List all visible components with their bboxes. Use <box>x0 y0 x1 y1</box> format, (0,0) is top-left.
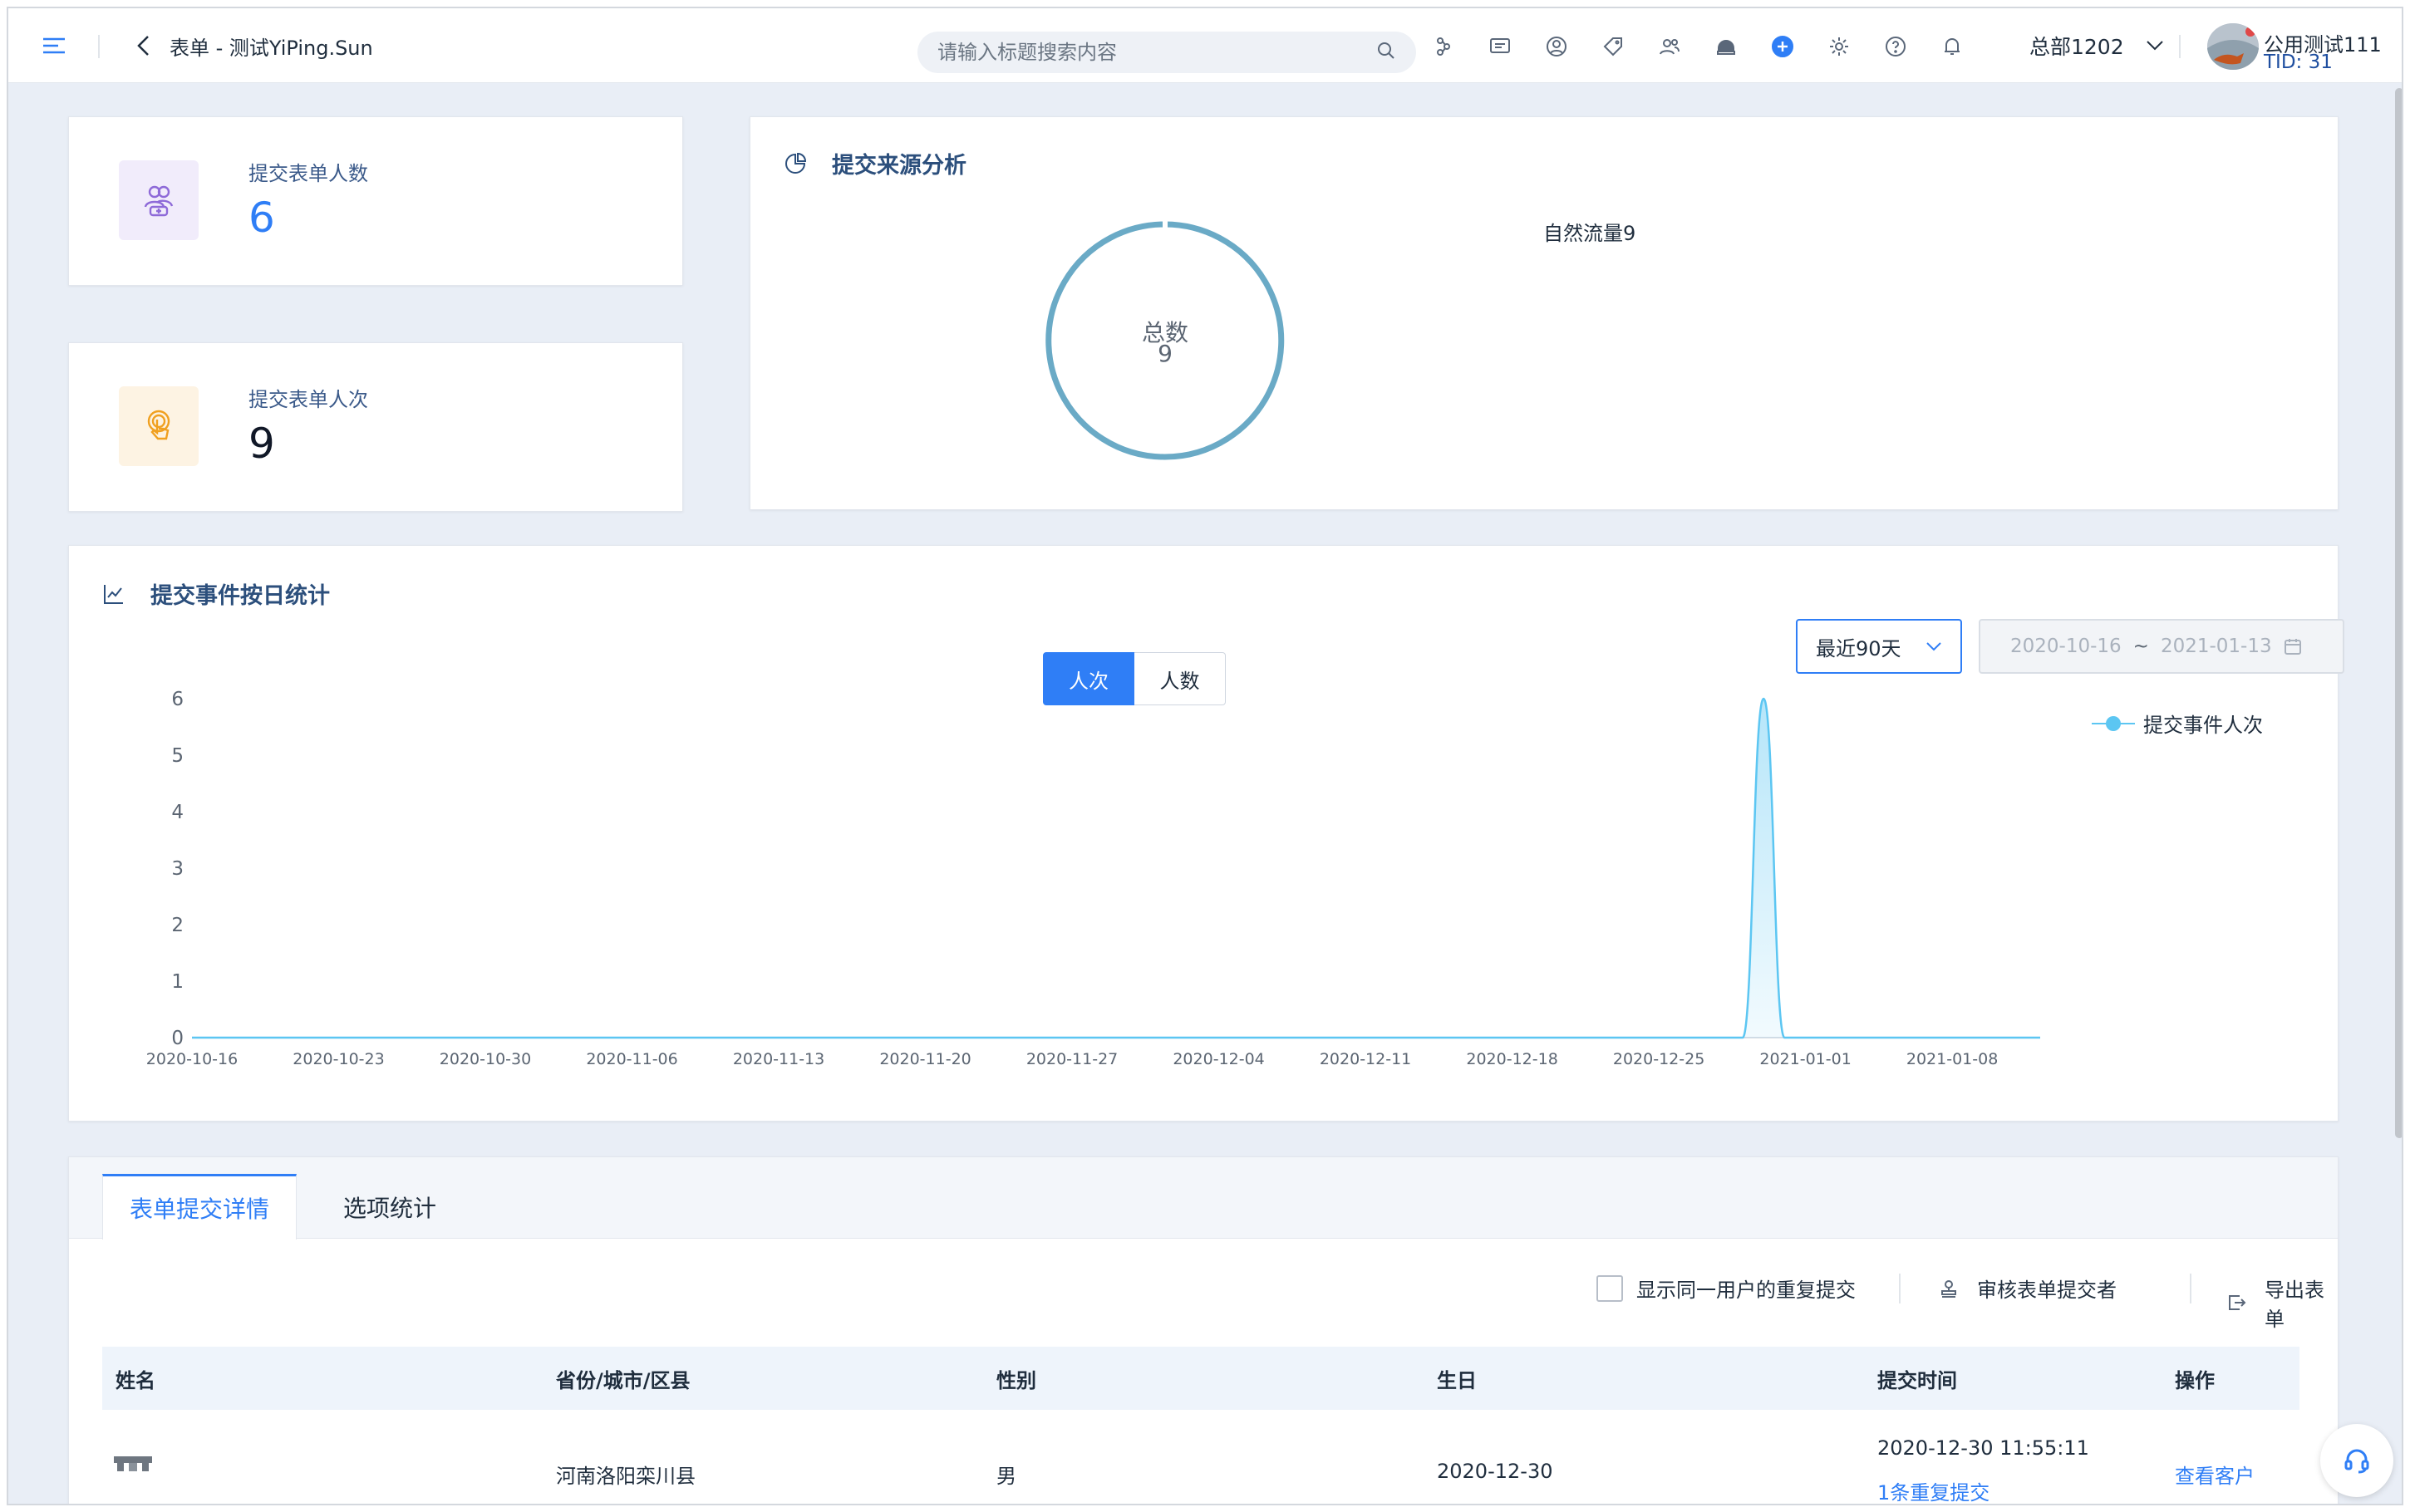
cell-region: 河南洛阳栾川县 <box>556 1465 696 1488</box>
x-tick-label: 2020-10-16 <box>146 1050 238 1068</box>
add-icon[interactable] <box>1770 34 1795 59</box>
stat-label: 提交表单人次 <box>248 388 368 411</box>
column-header: 操作 <box>2175 1368 2215 1392</box>
contacts-icon[interactable] <box>1657 34 1682 59</box>
view-customer-link[interactable]: 查看客户 <box>2175 1460 2255 1489</box>
name-avatar <box>114 1453 152 1471</box>
y-tick-label: 2 <box>171 915 184 936</box>
stat-value: 9 <box>248 420 275 468</box>
tag-icon[interactable] <box>1601 34 1626 59</box>
column-header: 省份/城市/区县 <box>556 1368 691 1392</box>
daily-chart: 0 1 2 3 4 5 6 2020-10-16 2020-10-23 2020-10-30 202… <box>146 689 2040 1068</box>
column-header: 提交时间 <box>1877 1368 1957 1392</box>
help-icon[interactable] <box>1883 34 1908 59</box>
stat-label: 提交表单人数 <box>248 162 368 185</box>
app-window: 表单 - 测试YiPing.Sun 总部1202 公用测试111 TID: <box>7 7 2403 1505</box>
tab-submission-details[interactable]: 表单提交详情 <box>102 1174 297 1240</box>
review-label: 审核表单提交者 <box>1977 1279 2117 1302</box>
x-tick-label: 2020-11-13 <box>733 1050 824 1068</box>
x-tick-label: 2020-12-18 <box>1466 1050 1557 1068</box>
page-title: 表单 - 测试YiPing.Sun <box>170 36 373 60</box>
pie-chart-icon <box>784 152 807 175</box>
chevron-down-icon <box>2146 40 2164 52</box>
stat-value: 6 <box>248 194 275 242</box>
divider <box>2179 35 2181 58</box>
x-tick-label: 2020-11-27 <box>1026 1050 1118 1068</box>
daily-stats-card: 提交事件按日统计 人次 人数 最近90天 2020-10-16 ~ 2021-0… <box>68 545 2344 1122</box>
y-tick-label: 5 <box>171 745 184 767</box>
export-label: 导出表单 <box>2265 1279 2324 1331</box>
x-tick-label: 2020-10-30 <box>440 1050 531 1068</box>
org-switcher[interactable]: 总部1202 <box>2029 8 2164 83</box>
column-header: 生日 <box>1437 1368 1477 1392</box>
tab-option-stats[interactable]: 选项统计 <box>323 1174 456 1240</box>
source-title: 提交来源分析 <box>832 153 966 179</box>
export-button[interactable]: 导出表单 <box>2226 1274 2338 1332</box>
avatar[interactable] <box>2207 23 2259 70</box>
column-header: 性别 <box>996 1368 1036 1392</box>
stat-card-users: 提交表单人数 6 <box>68 116 683 286</box>
stamp-icon <box>1939 1279 1959 1298</box>
series-area <box>192 699 2040 1038</box>
user-tid: TID: 31 <box>2264 52 2333 73</box>
y-tick-label: 6 <box>171 689 184 710</box>
x-tick-label: 2021-01-01 <box>1759 1050 1851 1068</box>
hand-tap-icon <box>119 386 199 466</box>
headset-icon <box>2344 1449 2369 1474</box>
scrollbar[interactable] <box>2395 88 2402 1138</box>
users-icon <box>119 160 199 240</box>
y-tick-label: 3 <box>171 858 184 880</box>
source-legend: 自然流量9 <box>1543 222 1636 245</box>
y-tick-label: 0 <box>171 1028 184 1049</box>
x-tick-label: 2021-01-08 <box>1906 1050 1998 1068</box>
menu-icon[interactable] <box>42 8 66 83</box>
back-icon[interactable] <box>135 8 153 83</box>
bell-icon[interactable] <box>1940 34 1965 59</box>
search-box[interactable] <box>917 32 1416 73</box>
y-tick-label: 4 <box>171 802 184 823</box>
divider <box>1899 1274 1901 1303</box>
robot-icon[interactable] <box>1714 34 1739 59</box>
flow-icon[interactable] <box>1431 34 1456 59</box>
show-duplicates-label: 显示同一用户的重复提交 <box>1636 1279 1856 1302</box>
cell-gender: 男 <box>996 1465 1016 1488</box>
x-tick-label: 2020-12-04 <box>1173 1050 1264 1068</box>
show-duplicates-toggle[interactable]: 显示同一用户的重复提交 <box>1596 1274 1856 1303</box>
divider <box>98 35 100 58</box>
cell-birthday: 2020-12-30 <box>1437 1460 1553 1483</box>
review-button[interactable]: 审核表单提交者 <box>1939 1274 2117 1303</box>
card-title: 提交来源分析 <box>784 147 966 179</box>
column-header: 姓名 <box>116 1368 155 1392</box>
search-input[interactable] <box>937 41 1376 64</box>
source-analysis-card: 提交来源分析 总数 9 自然流量9 <box>750 116 2339 510</box>
table-header: 姓名 省份/城市/区县 性别 生日 提交时间 操作 <box>102 1347 2299 1410</box>
checkbox[interactable] <box>1596 1274 1623 1302</box>
export-icon <box>2226 1293 2246 1313</box>
x-tick-label: 2020-12-11 <box>1320 1050 1411 1068</box>
user-circle-icon[interactable] <box>1544 34 1569 59</box>
org-name: 总部1202 <box>2029 35 2124 59</box>
x-tick-label: 2020-11-20 <box>879 1050 971 1068</box>
duplicate-link[interactable]: 1条重复提交 <box>1877 1476 1989 1504</box>
x-tick-label: 2020-12-25 <box>1613 1050 1704 1068</box>
divider <box>2190 1274 2191 1303</box>
message-icon[interactable] <box>1488 34 1512 59</box>
tabs-bar: 表单提交详情 选项统计 <box>69 1157 2338 1240</box>
support-button[interactable] <box>2320 1424 2393 1497</box>
y-tick-label: 1 <box>171 971 184 993</box>
stat-card-submissions: 提交表单人次 9 <box>68 342 683 512</box>
x-tick-label: 2020-10-23 <box>293 1050 384 1068</box>
settings-icon[interactable] <box>1827 34 1852 59</box>
search-icon[interactable] <box>1376 41 1396 64</box>
x-tick-label: 2020-11-06 <box>586 1050 677 1068</box>
cell-time: 2020-12-30 11:55:11 <box>1877 1436 2089 1460</box>
details-card: 表单提交详情 选项统计 显示同一用户的重复提交 审核表单提交者 导出表单 姓名 … <box>68 1156 2339 1504</box>
donut-center-value: 9 <box>1158 340 1173 367</box>
top-bar: 表单 - 测试YiPing.Sun 总部1202 公用测试111 TID: <box>8 8 2402 83</box>
